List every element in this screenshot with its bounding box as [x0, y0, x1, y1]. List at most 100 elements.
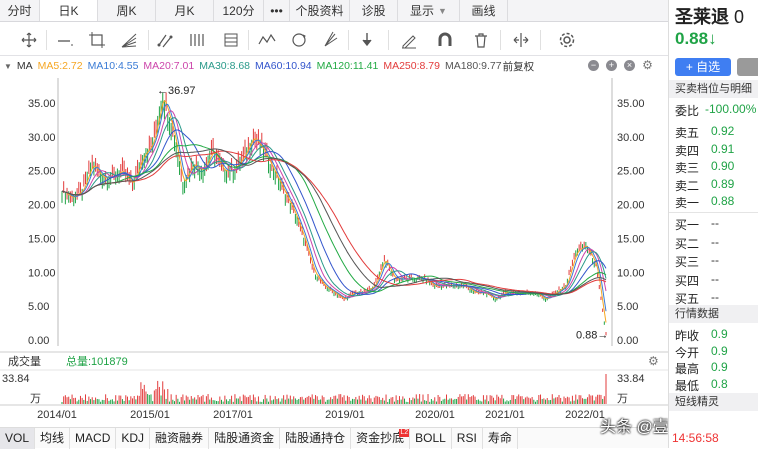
asks-row: 卖三 0.90	[675, 159, 735, 175]
indicator-tab-0[interactable]: VOL	[0, 427, 36, 449]
ma-value-1: MA10:4.55	[87, 60, 139, 72]
dropdown-icon: ▼	[438, 5, 447, 16]
ma-line	[61, 99, 607, 323]
y-tick-left: 0.00	[28, 335, 49, 347]
market-row: 最高 0.9	[675, 360, 728, 376]
volume-max-right: 33.84	[617, 373, 645, 385]
x-tick: 2022/01	[565, 409, 605, 420]
indicator-tab-5[interactable]: 陆股通资金	[209, 427, 281, 449]
ma-settings-gear-icon[interactable]: ⚙	[642, 59, 653, 71]
ma-value-0: MA5:2.72	[37, 60, 83, 72]
ma-line	[61, 103, 607, 312]
indicator-tab-4[interactable]: 融资融券	[150, 427, 210, 449]
wave-tool-icon[interactable]	[258, 31, 276, 49]
ma-value-2: MA20:7.01	[143, 60, 195, 72]
crop-tool-icon[interactable]	[88, 31, 106, 49]
tab-4[interactable]: 120分	[214, 0, 264, 21]
x-tick: 2014/01	[37, 409, 77, 420]
magnet-tool-icon[interactable]	[436, 31, 454, 49]
ma-value-5: MA120:11.41	[316, 60, 379, 72]
market-row: 最低 0.8	[675, 376, 728, 393]
volume-max-left: 33.84	[2, 373, 30, 385]
indicator-tab-8[interactable]: BOLL	[410, 427, 452, 449]
indicator-tab-9[interactable]: RSI	[452, 427, 483, 449]
ma-legend: ▼ MA MA5:2.72 MA10:4.55 MA20:7.01 MA30:8.68…	[0, 57, 668, 75]
ma-value-6: MA250:8.79	[383, 60, 440, 72]
arrow-down-tool-icon[interactable]	[358, 31, 376, 49]
y-tick-right: 15.00	[617, 233, 645, 245]
stock-price: 0.88↓	[675, 29, 717, 48]
plus-circle-icon[interactable]: +	[606, 60, 617, 71]
bids-row: 买一 --	[675, 216, 719, 232]
ma-value-7: MA180:9.77	[444, 60, 502, 72]
channel-tool-icon[interactable]	[156, 31, 174, 49]
bids-row: 买四 --	[675, 271, 719, 288]
indicator-tab-2[interactable]: MACD	[70, 427, 117, 449]
weibi-row: 委比 -100.00%	[675, 102, 757, 118]
fan-tool-icon[interactable]	[120, 31, 138, 49]
trash-icon[interactable]	[472, 31, 490, 49]
y-tick-left: 15.00	[28, 233, 56, 245]
indicator-tab-1[interactable]: 均线	[35, 427, 71, 449]
x-tick: 2015/01	[130, 409, 170, 420]
short-title: 短线精灵	[669, 393, 758, 411]
tab-0[interactable]: 分时	[0, 0, 40, 21]
bids-row: 买二 --	[675, 234, 719, 251]
bids-row: 买三 --	[675, 253, 719, 269]
market-row: 今开 0.9	[675, 343, 728, 360]
volume-gear-icon[interactable]: ⚙	[648, 354, 659, 368]
kline-chart[interactable]: 35.00 35.00 30.00 30.00 25.00 25.00 20.00 20.00…	[0, 76, 668, 420]
x-tick: 2020/01	[415, 409, 455, 420]
minus-circle-icon[interactable]: −	[588, 60, 599, 71]
split-tool-icon[interactable]	[512, 31, 530, 49]
tab-3[interactable]: 月K	[156, 0, 214, 21]
tab-7[interactable]: 诊股	[350, 0, 398, 21]
y-tick-right: 20.00	[617, 200, 645, 212]
line-tool-icon[interactable]	[56, 31, 74, 49]
period-tabs: 分时 日K 周K 月K 120分 ••• 个股资料 诊股 显示 ▼ 画线	[0, 0, 668, 22]
collapse-triangle-icon[interactable]: ▼	[4, 62, 12, 71]
tab-5[interactable]: •••	[264, 0, 290, 21]
volume-unit-left: 万	[30, 393, 41, 405]
tab-1[interactable]: 日K	[40, 0, 98, 21]
y-tick-left: 25.00	[28, 166, 56, 178]
drawing-toolbar	[0, 22, 668, 56]
add-watchlist-button[interactable]: + 自选	[675, 58, 731, 76]
tab-2[interactable]: 周K	[98, 0, 156, 21]
volume-total: 总量:101879	[66, 354, 128, 368]
asks-row: 卖二 0.89	[675, 176, 735, 193]
more-button[interactable]	[737, 58, 758, 76]
crosshair-tool-icon[interactable]	[20, 31, 38, 49]
y-tick-left: 35.00	[28, 98, 56, 110]
x-tick: 2021/01	[485, 409, 525, 420]
tab-6[interactable]: 个股资料	[290, 0, 350, 21]
indicator-tab-3[interactable]: KDJ	[116, 427, 151, 449]
indicator-tab-6[interactable]: 陆股通持仓	[280, 427, 352, 449]
quote-panel: 圣莱退 0 0.88↓ + 自选 买卖档位与明细 委比 -100.00% 卖五 0.…	[668, 0, 758, 448]
gear-icon[interactable]	[558, 31, 576, 49]
y-tick-right: 5.00	[617, 301, 638, 313]
orderbook-title: 买卖档位与明细	[669, 80, 758, 98]
asks-row: 卖五 0.92	[675, 124, 735, 140]
market-title: 行情数据	[669, 305, 758, 323]
y-tick-left: 30.00	[28, 132, 56, 144]
tab-9[interactable]: 画线	[460, 0, 508, 21]
cycle-tool-icon[interactable]	[290, 31, 308, 49]
ma-line	[61, 144, 607, 295]
indicator-tab-7[interactable]: 资金抄底 L2	[351, 427, 411, 449]
ma-value-4: MA60:10.94	[255, 60, 312, 72]
fib-tool-icon[interactable]	[222, 31, 240, 49]
y-tick-left: 20.00	[28, 200, 56, 212]
y-tick-right: 35.00	[617, 98, 645, 110]
stock-name: 圣莱退 0	[675, 7, 745, 27]
tab-8[interactable]: 显示 ▼	[398, 0, 460, 21]
y-tick-right: 0.00	[617, 335, 638, 347]
asks-row: 卖四 0.91	[675, 141, 735, 158]
close-circle-icon[interactable]: ×	[624, 60, 635, 71]
indicator-tab-10[interactable]: 寿命	[483, 427, 518, 449]
pitchfork-tool-icon[interactable]	[322, 31, 340, 49]
pen-tool-icon[interactable]	[400, 31, 418, 49]
gann-tool-icon[interactable]	[188, 31, 206, 49]
y-tick-right: 10.00	[617, 267, 645, 279]
adjust-label[interactable]: 前复权	[503, 59, 535, 74]
